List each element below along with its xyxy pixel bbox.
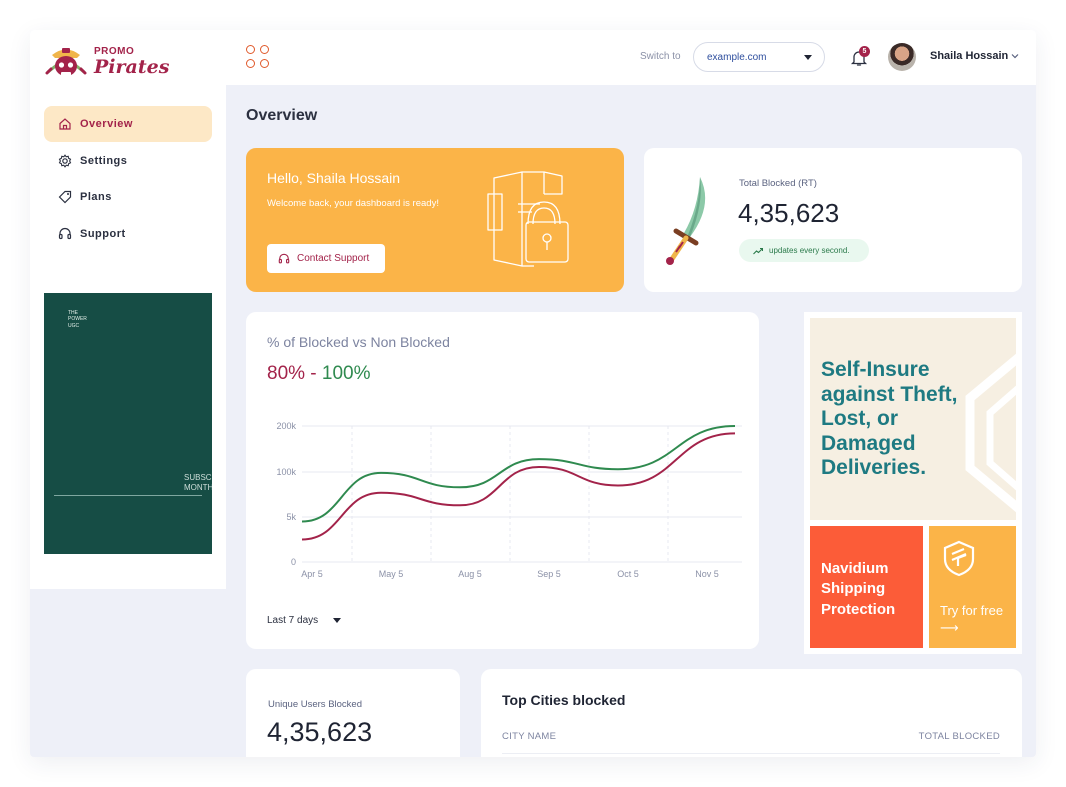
y-tick-label: 5k: [286, 512, 296, 522]
chevron-down-icon[interactable]: [1010, 51, 1020, 61]
domain-select[interactable]: example.com: [693, 42, 825, 72]
sidebar-item-settings[interactable]: Settings: [44, 143, 212, 179]
ad-product-panel: Navidium Shipping Protection: [810, 526, 923, 648]
y-tick-label: 100k: [276, 467, 296, 477]
sword-icon: [666, 177, 706, 265]
x-tick-label: Oct 5: [617, 569, 639, 579]
x-tick-label: Nov 5: [695, 569, 719, 579]
column-header-city[interactable]: CITY NAME: [502, 731, 556, 742]
x-tick-label: Apr 5: [301, 569, 323, 579]
switch-label: Switch to: [640, 51, 681, 62]
welcome-subtitle: Welcome back, your dashboard is ready!: [267, 198, 439, 209]
contact-support-button[interactable]: Contact Support: [267, 244, 385, 273]
sidebar-nav: Overview Settings Plans Support: [44, 106, 212, 252]
unique-users-label: Unique Users Blocked: [268, 699, 362, 710]
tag-icon: [58, 190, 72, 204]
sidebar-item-overview[interactable]: Overview: [44, 106, 212, 142]
topbar: Switch to example.com 5 Shaila Hossain: [226, 30, 1036, 85]
range-low: 80%: [267, 363, 306, 384]
line-chart: 0 5k 100k 200k Apr 5 May 5 Aug 5 Sep 5 Oct 5 Nov …: [276, 421, 742, 579]
brand-logo[interactable]: PROMO Pirates: [44, 40, 169, 84]
home-icon: [58, 117, 72, 131]
promo-small-line: UGC: [68, 322, 80, 329]
caret-down-icon: [333, 618, 342, 623]
promo-subs-line: SUBSC: [184, 473, 212, 482]
sidebar-promo-banner[interactable]: THE POWER UGC SUBSC MONTH: [44, 293, 212, 554]
headset-icon: [278, 253, 290, 263]
table-divider: [502, 753, 1000, 754]
chart-title: % of Blocked vs Non Blocked: [267, 334, 450, 350]
top-cities-title: Top Cities blocked: [502, 692, 626, 708]
promo-subscribe-text: SUBSC MONTH: [184, 473, 212, 492]
period-select[interactable]: Last 7 days: [267, 615, 342, 626]
y-tick-label: 200k: [276, 421, 296, 431]
sidebar-item-label: Overview: [80, 118, 133, 130]
pirate-skull-icon: [45, 48, 87, 77]
x-tick-label: Sep 5: [537, 569, 561, 579]
top-cities-card: Top Cities blocked CITY NAME TOTAL BLOCK…: [481, 669, 1022, 757]
domain-select-value: example.com: [707, 51, 767, 63]
unique-users-card: Unique Users Blocked 4,35,623: [246, 669, 460, 757]
update-status-text: updates every second.: [769, 246, 850, 255]
sidebar: PROMO Pirates Overview Settings Plans Su…: [30, 30, 226, 589]
headset-icon: [58, 227, 72, 241]
ad-cta-text: Try for free ⟶: [940, 603, 1004, 635]
welcome-title: Hello, Shaila Hossain: [267, 170, 401, 186]
x-tick-label: Aug 5: [458, 569, 482, 579]
series-line-0: [301, 425, 736, 523]
range-high: 100%: [321, 363, 371, 384]
column-header-total[interactable]: TOTAL BLOCKED: [919, 731, 1000, 742]
total-blocked-label: Total Blocked (RT): [739, 178, 817, 189]
chart-range: 80% - 100%: [267, 363, 371, 385]
unique-users-value: 4,35,623: [267, 717, 373, 747]
avatar[interactable]: [888, 43, 916, 71]
ad-product-name: Navidium Shipping Protection: [821, 560, 896, 618]
ad-cta-panel[interactable]: Try for free ⟶: [929, 526, 1016, 648]
apps-grid-icon[interactable]: [246, 45, 270, 69]
total-blocked-value: 4,35,623: [738, 198, 840, 228]
sidebar-item-label: Plans: [80, 191, 112, 203]
series-line-1: [301, 432, 736, 541]
shield-logo-icon: [943, 540, 975, 577]
padlock-illustration: [487, 171, 569, 267]
promo-subs-line: MONTH: [184, 482, 212, 492]
sidebar-item-plans[interactable]: Plans: [44, 179, 212, 215]
welcome-card: Hello, Shaila Hossain Welcome back, your…: [246, 148, 624, 292]
promo-small-line: POWER: [68, 316, 87, 323]
caret-down-icon: [804, 55, 812, 60]
update-status-badge: updates every second.: [739, 239, 869, 262]
trend-up-icon: [753, 247, 763, 254]
ad-headline-panel: Self-Insure against Theft, Lost, or Dama…: [810, 318, 1016, 520]
range-separator: -: [305, 363, 322, 384]
promo-divider: [54, 495, 202, 496]
sidebar-item-label: Support: [80, 227, 126, 240]
brand-name: Pirates: [94, 56, 170, 78]
period-select-value: Last 7 days: [267, 615, 319, 626]
page-title: Overview: [246, 107, 318, 124]
x-tick-label: May 5: [379, 569, 404, 579]
user-name[interactable]: Shaila Hossain: [930, 50, 1008, 62]
total-blocked-card: Total Blocked (RT) 4,35,623 updates ever…: [644, 148, 1022, 292]
blocked-chart-card: % of Blocked vs Non Blocked 80% - 100% 0…: [246, 312, 759, 649]
promo-small-text: THE POWER UGC: [68, 310, 87, 329]
sidebar-item-label: Settings: [80, 154, 128, 167]
sidebar-item-support[interactable]: Support: [44, 216, 212, 252]
notification-badge: 5: [859, 46, 870, 57]
ad-headline: Self-Insure against Theft, Lost, or Dama…: [821, 358, 958, 480]
y-tick-label: 0: [291, 557, 296, 567]
contact-support-label: Contact Support: [297, 253, 370, 264]
ad-banner[interactable]: Self-Insure against Theft, Lost, or Dama…: [804, 312, 1022, 654]
app-window: PROMO Pirates Overview Settings Plans Su…: [30, 30, 1036, 757]
gear-icon: [58, 153, 72, 168]
